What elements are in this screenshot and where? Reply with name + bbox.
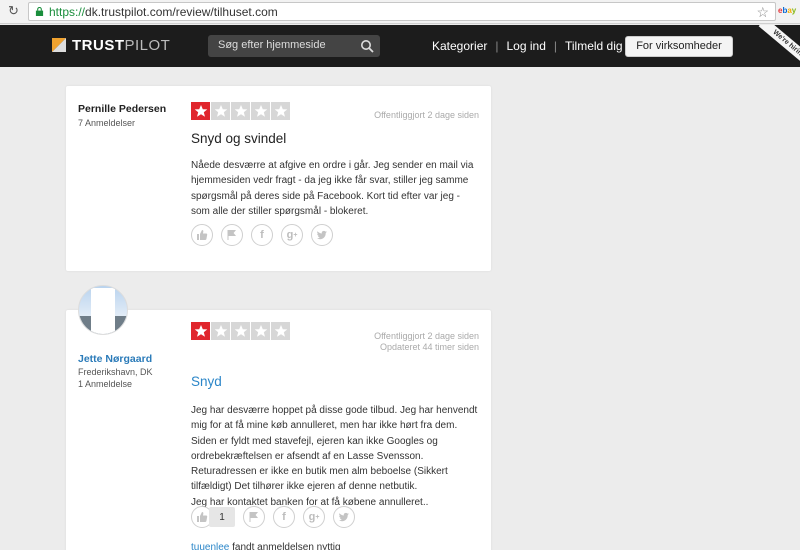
google-plus-icon[interactable]: g + bbox=[303, 506, 325, 528]
nav-tilmeld[interactable]: Tilmeld dig bbox=[565, 39, 623, 53]
review-body-line: ordrebekræftelsen er afsendt af en Lasse… bbox=[191, 450, 424, 462]
useful-count: 1 bbox=[209, 507, 235, 527]
browser-toolbar: ↻ https://dk.trustpilot.com/review/tilhu… bbox=[0, 0, 800, 24]
logo-bold-text: TRUST bbox=[72, 37, 125, 54]
review-body-line: som alle der stiller spørgsmål - blokere… bbox=[191, 205, 369, 217]
star-icon bbox=[211, 322, 230, 340]
bookmark-star-icon[interactable]: ☆ bbox=[756, 4, 769, 21]
address-bar[interactable]: https://dk.trustpilot.com/review/tilhuse… bbox=[28, 2, 776, 21]
star-icon bbox=[271, 322, 290, 340]
reviewer-name[interactable]: Jette Nørgaard bbox=[78, 353, 152, 365]
found-useful-note: tuuenlee fandt anmeldelsen nyttig bbox=[191, 542, 341, 550]
for-business-button[interactable]: For virksomheder bbox=[625, 36, 733, 57]
site-header: TRUSTPILOT Søg efter hjemmeside Kategori… bbox=[0, 25, 800, 67]
review-actions: f g + bbox=[191, 224, 333, 246]
review-body-line: Returadressen er ikke en butik men alm b… bbox=[191, 466, 448, 478]
review-body-line: hjemmesiden vedr fragt - da jeg ikke får… bbox=[191, 175, 469, 187]
flag-icon[interactable] bbox=[243, 506, 265, 528]
facebook-icon[interactable]: f bbox=[251, 224, 273, 246]
updated-date-text: Opdateret 44 timer siden bbox=[379, 342, 479, 352]
logo-mark-icon bbox=[52, 38, 66, 52]
ribbon-label: We're hiring bbox=[758, 25, 800, 67]
ebay-extension-icon[interactable]: ebay bbox=[778, 6, 796, 15]
reviewer-location: Frederikshavn, DK bbox=[78, 367, 153, 377]
review-body-line: mig for at få mine køb annulleret, men h… bbox=[191, 420, 458, 432]
star-rating bbox=[191, 102, 293, 120]
review-title[interactable]: Snyd bbox=[191, 374, 222, 389]
thumbs-up-icon[interactable] bbox=[191, 224, 213, 246]
url-text: https://dk.trustpilot.com/review/tilhuse… bbox=[49, 5, 278, 19]
review-card: Pernille Pedersen 7 Anmeldelser Offentli… bbox=[66, 86, 491, 271]
published-date-text: Offentliggjort 2 dage siden bbox=[374, 331, 479, 341]
search-icon[interactable] bbox=[360, 39, 374, 53]
google-plus-icon[interactable]: g + bbox=[281, 224, 303, 246]
nav-log-ind[interactable]: Log ind bbox=[507, 39, 546, 53]
star-icon bbox=[231, 102, 250, 120]
star-icon bbox=[211, 102, 230, 120]
star-icon bbox=[271, 102, 290, 120]
reviewer-review-count: 1 Anmeldelse bbox=[78, 379, 133, 389]
review-body-line: Siden er fyldt med stavefejl, ejeren kan… bbox=[191, 435, 438, 447]
review-body-line: spørgsmål på deres side på Facebook. Kor… bbox=[191, 190, 461, 202]
found-useful-text: fandt anmeldelsen nyttig bbox=[229, 542, 341, 550]
published-date: Offentliggjort 2 dage siden Opdateret 44… bbox=[374, 331, 479, 353]
nav-kategorier[interactable]: Kategorier bbox=[432, 39, 487, 53]
review-body-line: tilfældigt) Det tilhører ikke ejeren af … bbox=[191, 481, 418, 493]
lock-icon bbox=[35, 7, 44, 16]
search-placeholder: Søg efter hjemmeside bbox=[218, 39, 326, 51]
reviewer-name[interactable]: Pernille Pedersen bbox=[78, 103, 166, 115]
flag-icon[interactable] bbox=[221, 224, 243, 246]
main-nav: Kategorier | Log ind | Tilmeld dig bbox=[432, 39, 623, 53]
avatar[interactable] bbox=[78, 285, 128, 335]
twitter-icon[interactable] bbox=[311, 224, 333, 246]
logo-thin-text: PILOT bbox=[124, 37, 171, 54]
twitter-icon[interactable] bbox=[333, 506, 355, 528]
hiring-ribbon[interactable]: We're hiring bbox=[752, 25, 800, 67]
review-body-line: Jeg har desværre hoppet på disse gode ti… bbox=[191, 405, 478, 416]
review-card: Jette Nørgaard Frederikshavn, DK 1 Anmel… bbox=[66, 310, 491, 550]
review-title: Snyd og svindel bbox=[191, 131, 287, 146]
star-icon bbox=[251, 322, 270, 340]
review-body-line: Nåede desværre at afgive en ordre i går.… bbox=[191, 160, 474, 171]
review-body: Nåede desværre at afgive en ordre i går.… bbox=[191, 158, 481, 219]
star-icon bbox=[251, 102, 270, 120]
search-input[interactable]: Søg efter hjemmeside bbox=[208, 35, 380, 57]
star-rating bbox=[191, 322, 293, 340]
review-body: Jeg har desværre hoppet på disse gode ti… bbox=[191, 403, 481, 510]
reviewer-review-count: 7 Anmeldelser bbox=[78, 118, 136, 128]
star-icon bbox=[191, 322, 210, 340]
star-icon bbox=[191, 102, 210, 120]
found-useful-user-link[interactable]: tuuenlee bbox=[191, 542, 229, 550]
published-date: Offentliggjort 2 dage siden bbox=[374, 110, 479, 120]
facebook-icon[interactable]: f bbox=[273, 506, 295, 528]
refresh-icon[interactable]: ↻ bbox=[8, 4, 22, 18]
useful-button-group[interactable]: 1 bbox=[191, 506, 235, 528]
star-icon bbox=[231, 322, 250, 340]
review-actions: 1 f g + bbox=[191, 506, 355, 528]
